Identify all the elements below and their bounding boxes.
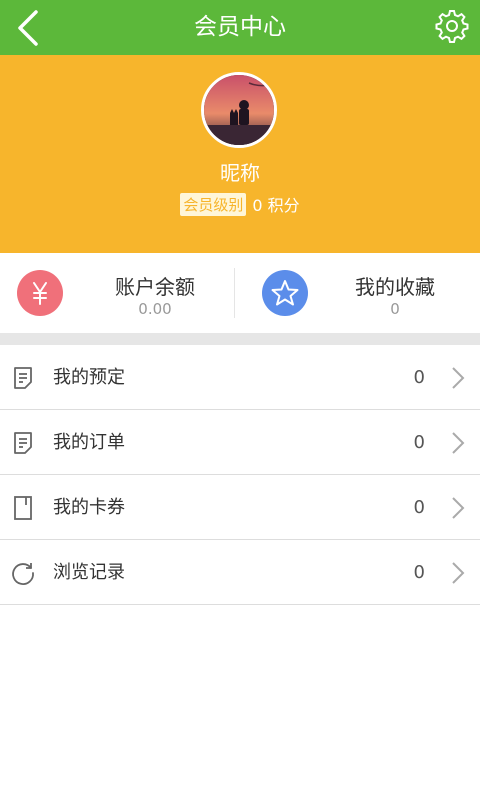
section-gap	[0, 333, 480, 345]
card-icon	[14, 496, 32, 520]
member-level-row: 会员级别 0 积分	[0, 192, 480, 216]
yen-icon	[17, 270, 63, 316]
list-item-my-coupons[interactable]: 我的卡券 0	[0, 475, 480, 540]
menu-count: 0	[413, 497, 425, 518]
stat-label: 我的收藏	[355, 275, 435, 299]
member-level-badge: 会员级别	[180, 192, 247, 216]
star-icon	[262, 270, 308, 316]
stat-label: 账户余额	[115, 275, 195, 299]
stats-row: 账户余额 0.00 我的收藏 0	[0, 253, 480, 333]
points-text: 0 积分	[252, 196, 300, 215]
refresh-icon	[12, 563, 34, 585]
order-icon	[14, 432, 32, 454]
menu-count: 0	[413, 562, 425, 583]
menu-label: 我的预定	[53, 367, 125, 388]
menu-list: 我的预定 0 我的订单 0 我的卡券 0 浏览记录 0	[0, 345, 480, 605]
menu-count: 0	[413, 367, 425, 388]
avatar[interactable]	[201, 72, 277, 148]
my-favorites[interactable]: 我的收藏 0	[240, 253, 480, 333]
nickname: 昵称	[220, 161, 260, 185]
chevron-right-icon	[452, 432, 465, 454]
stat-value: 0.00	[138, 300, 172, 318]
list-item-my-reservations[interactable]: 我的预定 0	[0, 345, 480, 410]
page-title: 会员中心	[194, 14, 286, 40]
menu-label: 我的订单	[53, 432, 125, 453]
gear-icon	[435, 10, 469, 43]
chevron-right-icon	[452, 497, 465, 519]
avatar-image	[204, 75, 274, 145]
profile-header: 昵称 会员级别 0 积分	[0, 55, 480, 253]
list-item-browsing-history[interactable]: 浏览记录 0	[0, 540, 480, 605]
chevron-right-icon	[452, 562, 465, 584]
menu-label: 我的卡券	[53, 497, 125, 518]
list-item-my-orders[interactable]: 我的订单 0	[0, 410, 480, 475]
menu-count: 0	[413, 432, 425, 453]
chevron-right-icon	[452, 367, 465, 389]
settings-button[interactable]	[434, 8, 470, 44]
top-bar: 会员中心	[0, 0, 480, 55]
menu-label: 浏览记录	[53, 562, 125, 583]
divider	[234, 268, 235, 318]
account-balance[interactable]: 账户余额 0.00	[0, 253, 240, 333]
stat-value: 0	[390, 300, 400, 318]
document-icon	[14, 367, 32, 389]
